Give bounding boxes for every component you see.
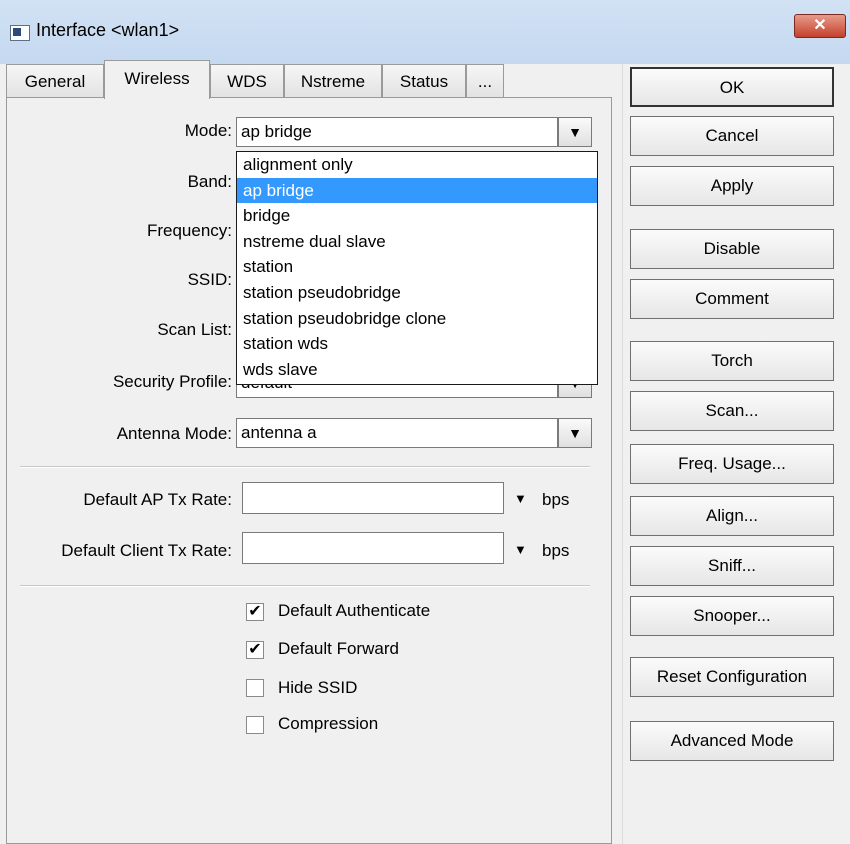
mode-option-nstreme-dual-slave[interactable]: nstreme dual slave <box>237 229 597 255</box>
mode-option-station[interactable]: station <box>237 254 597 280</box>
hide-ssid-checkbox[interactable] <box>246 679 264 697</box>
band-label: Band: <box>187 172 232 191</box>
mode-option-alignment-only[interactable]: alignment only <box>237 152 597 178</box>
title-bar: Interface <wlan1> ✕ <box>0 0 850 64</box>
mode-dropdown-list: alignment only ap bridge bridge nstreme … <box>236 151 598 385</box>
default-client-tx-rate-input[interactable] <box>242 532 504 564</box>
mode-select[interactable]: ap bridge <box>236 117 558 147</box>
window-icon <box>10 25 30 41</box>
default-ap-tx-rate-input[interactable] <box>242 482 504 514</box>
mode-dropdown-button[interactable]: ▼ <box>558 117 592 147</box>
mode-option-ap-bridge[interactable]: ap bridge <box>237 177 597 204</box>
separator <box>20 466 590 468</box>
antenna-mode-dropdown-button[interactable]: ▼ <box>558 418 592 448</box>
reset-configuration-button[interactable]: Reset Configuration <box>630 657 834 697</box>
tab-nstreme[interactable]: Nstreme <box>284 64 382 98</box>
scan-button[interactable]: Scan... <box>630 391 834 431</box>
default-ap-tx-rate-label: Default AP Tx Rate: <box>83 490 232 509</box>
antenna-mode-select[interactable]: antenna a <box>236 418 558 448</box>
window-title: Interface <wlan1> <box>36 20 180 40</box>
scan-list-label: Scan List: <box>157 320 232 339</box>
mode-option-wds-slave[interactable]: wds slave <box>237 357 597 383</box>
close-button[interactable]: ✕ <box>794 14 846 38</box>
tab-status[interactable]: Status <box>382 64 466 98</box>
antenna-mode-label: Antenna Mode: <box>116 424 232 443</box>
ssid-label: SSID: <box>187 270 232 289</box>
torch-button[interactable]: Torch <box>630 341 834 381</box>
default-forward-checkbox[interactable]: ✔ <box>246 641 264 659</box>
frequency-label: Frequency: <box>146 221 232 240</box>
divider <box>622 64 623 844</box>
advanced-mode-button[interactable]: Advanced Mode <box>630 721 834 761</box>
default-client-tx-rate-arrow-icon[interactable]: ▼ <box>514 542 527 557</box>
sniff-button[interactable]: Sniff... <box>630 546 834 586</box>
disable-button[interactable]: Disable <box>630 229 834 269</box>
tab-general[interactable]: General <box>6 64 104 98</box>
security-profile-label: Security Profile: <box>112 372 232 391</box>
compression-label: Compression <box>278 714 379 733</box>
default-client-tx-rate-label: Default Client Tx Rate: <box>61 541 232 560</box>
default-forward-label: Default Forward <box>278 639 399 658</box>
hide-ssid-label: Hide SSID <box>278 678 358 697</box>
default-ap-tx-rate-arrow-icon[interactable]: ▼ <box>514 491 527 506</box>
default-authenticate-label: Default Authenticate <box>278 601 431 620</box>
mode-option-bridge[interactable]: bridge <box>237 203 597 229</box>
separator <box>20 585 590 587</box>
mode-label: Mode: <box>184 121 232 140</box>
mode-option-station-pseudobridge[interactable]: station pseudobridge <box>237 280 597 306</box>
default-ap-tx-rate-unit: bps <box>542 490 570 509</box>
apply-button[interactable]: Apply <box>630 166 834 206</box>
default-client-tx-rate-unit: bps <box>542 541 570 560</box>
tab-more[interactable]: ... <box>466 64 504 98</box>
comment-button[interactable]: Comment <box>630 279 834 319</box>
mode-option-station-wds[interactable]: station wds <box>237 331 597 357</box>
mode-option-station-pseudobridge-clone[interactable]: station pseudobridge clone <box>237 306 597 332</box>
default-authenticate-checkbox[interactable]: ✔ <box>246 603 264 621</box>
cancel-button[interactable]: Cancel <box>630 116 834 156</box>
tab-wds[interactable]: WDS <box>210 64 284 98</box>
freq-usage-button[interactable]: Freq. Usage... <box>630 444 834 484</box>
compression-checkbox[interactable] <box>246 716 264 734</box>
snooper-button[interactable]: Snooper... <box>630 596 834 636</box>
align-button[interactable]: Align... <box>630 496 834 536</box>
ok-button[interactable]: OK <box>630 67 834 107</box>
tab-wireless[interactable]: Wireless <box>104 60 210 99</box>
